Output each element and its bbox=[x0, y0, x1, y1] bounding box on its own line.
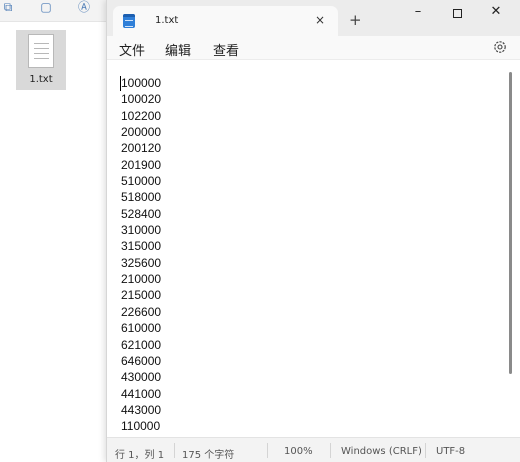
new-tab-button[interactable]: + bbox=[349, 11, 362, 29]
title-bar: 1.txt × + – ✕ bbox=[107, 0, 520, 36]
status-bar: 行 1，列 1 175 个字符 100% Windows (CRLF) UTF-… bbox=[107, 437, 520, 462]
text-line: 102200 bbox=[121, 108, 162, 123]
text-line: 200000 bbox=[121, 125, 162, 140]
menu-view[interactable]: 查看 bbox=[213, 40, 239, 59]
menu-file[interactable]: 文件 bbox=[119, 40, 145, 59]
status-zoom[interactable]: 100% bbox=[284, 446, 313, 457]
rename-icon[interactable]: Ⓐ bbox=[76, 0, 92, 14]
copy-icon[interactable]: ⧉ bbox=[0, 0, 16, 14]
text-line: 646000 bbox=[121, 353, 162, 368]
text-line: 226600 bbox=[121, 304, 162, 319]
text-line: 443000 bbox=[121, 402, 162, 417]
explorer-file-area: 1.txt bbox=[0, 22, 110, 462]
text-content[interactable]: 100000 100020 102200 200000 200120 201900 5100… bbox=[121, 75, 161, 435]
file-item[interactable]: 1.txt bbox=[16, 30, 66, 90]
paste-icon[interactable]: ▢ bbox=[38, 0, 54, 14]
status-cursor-position: 行 1，列 1 bbox=[115, 450, 165, 461]
status-char-count: 175 个字符 bbox=[182, 450, 235, 461]
close-tab-icon[interactable]: × bbox=[315, 13, 325, 27]
text-line: 610000 bbox=[121, 321, 162, 336]
text-line: 110000 bbox=[121, 419, 161, 434]
status-encoding[interactable]: UTF-8 bbox=[436, 446, 465, 457]
text-line: 200120 bbox=[121, 141, 162, 156]
text-line: 528400 bbox=[121, 206, 162, 221]
notepad-icon bbox=[123, 14, 135, 28]
text-line: 100020 bbox=[121, 92, 162, 107]
text-line: 315000 bbox=[121, 239, 162, 254]
text-line: 510000 bbox=[121, 174, 162, 189]
menu-bar: 文件 编辑 查看 bbox=[107, 36, 520, 60]
text-editor[interactable]: 100000 100020 102200 200000 200120 201900 5100… bbox=[107, 61, 520, 437]
gear-icon[interactable] bbox=[492, 39, 508, 55]
vertical-scrollbar[interactable] bbox=[509, 72, 512, 374]
tab-1-txt[interactable]: 1.txt × bbox=[113, 6, 338, 36]
explorer-toolbar: ⧉ ▢ Ⓐ bbox=[0, 0, 110, 22]
text-line: 210000 bbox=[121, 272, 162, 287]
file-name: 1.txt bbox=[29, 74, 53, 85]
notepad-window: 1.txt × + – ✕ 文件 编辑 查看 100000 100020 10220… bbox=[106, 0, 520, 462]
text-line: 201900 bbox=[121, 157, 162, 172]
text-line: 621000 bbox=[121, 337, 162, 352]
text-line: 100000 bbox=[121, 76, 162, 90]
maximize-button[interactable] bbox=[442, 4, 472, 26]
text-line: 215000 bbox=[121, 288, 162, 303]
menu-edit[interactable]: 编辑 bbox=[165, 40, 191, 59]
close-window-button[interactable]: ✕ bbox=[481, 4, 511, 26]
text-line: 441000 bbox=[121, 386, 162, 401]
text-line: 518000 bbox=[121, 190, 162, 205]
text-line: 325600 bbox=[121, 255, 162, 270]
text-line: 430000 bbox=[121, 370, 162, 385]
maximize-icon bbox=[452, 9, 462, 18]
text-line: 310000 bbox=[121, 223, 162, 238]
tab-title: 1.txt bbox=[155, 15, 179, 26]
minimize-button[interactable]: – bbox=[403, 4, 433, 26]
text-file-icon bbox=[28, 34, 54, 68]
status-line-ending[interactable]: Windows (CRLF) bbox=[341, 446, 422, 457]
